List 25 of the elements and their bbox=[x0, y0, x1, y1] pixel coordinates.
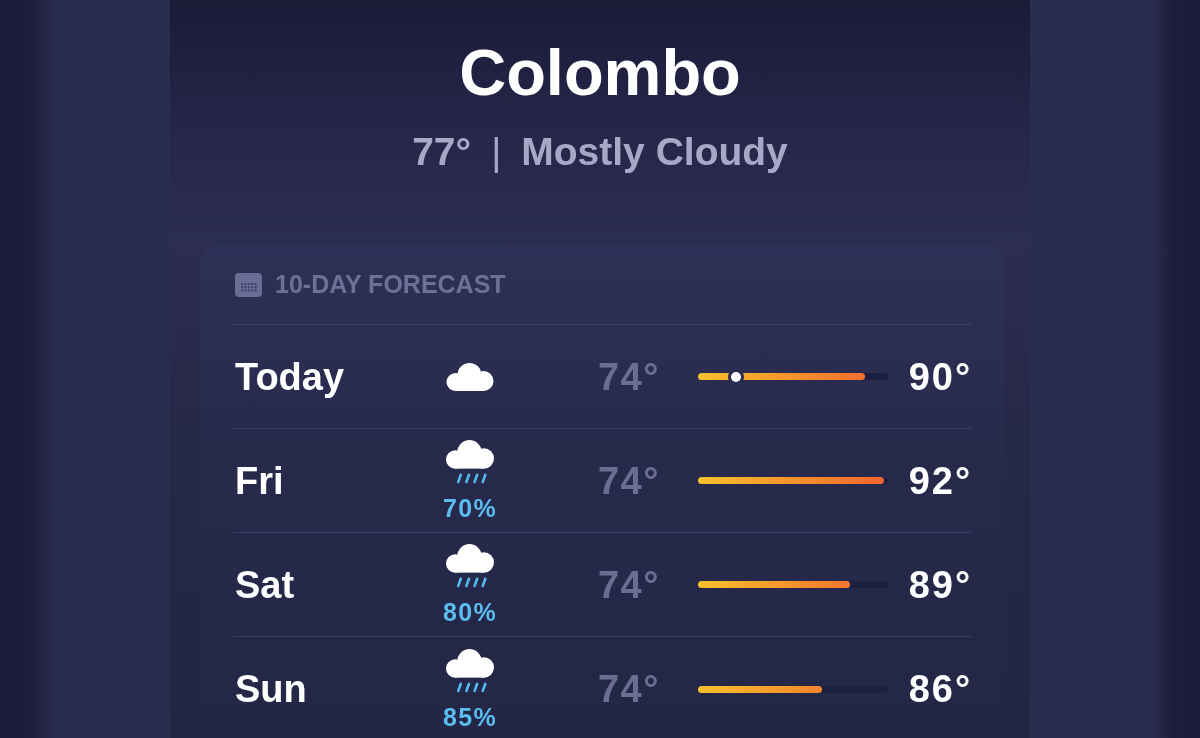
rain-chance: 70% bbox=[443, 496, 497, 521]
separator: | bbox=[491, 132, 502, 171]
low-temperature: 74° bbox=[596, 461, 660, 500]
rain-chance: 80% bbox=[443, 600, 497, 625]
low-temperature: 74° bbox=[596, 670, 660, 708]
day-label: Sat bbox=[234, 565, 296, 604]
high-temperature: 90° bbox=[907, 357, 972, 396]
rain-chance: 85% bbox=[443, 704, 497, 730]
high-temperature: 92° bbox=[907, 461, 972, 500]
day-label: Today bbox=[234, 357, 346, 396]
rain-cloud-icon bbox=[446, 440, 494, 484]
forecast-heading: 10-DAY FORECAST bbox=[275, 272, 506, 297]
calendar-icon bbox=[235, 272, 262, 297]
day-label: Sun bbox=[234, 670, 308, 708]
cloud-icon bbox=[445, 362, 495, 391]
rain-cloud-icon bbox=[446, 648, 494, 693]
high-temperature: 86° bbox=[907, 670, 972, 708]
weather-condition: Mostly Cloudy bbox=[521, 132, 788, 171]
current-temperature: 77° bbox=[412, 132, 472, 171]
high-temperature: 89° bbox=[907, 565, 972, 604]
rain-cloud-icon bbox=[446, 544, 494, 588]
day-label: Fri bbox=[234, 461, 285, 500]
low-temperature: 74° bbox=[596, 357, 660, 396]
low-temperature: 74° bbox=[596, 565, 660, 604]
city-name: Colombo bbox=[459, 40, 741, 105]
